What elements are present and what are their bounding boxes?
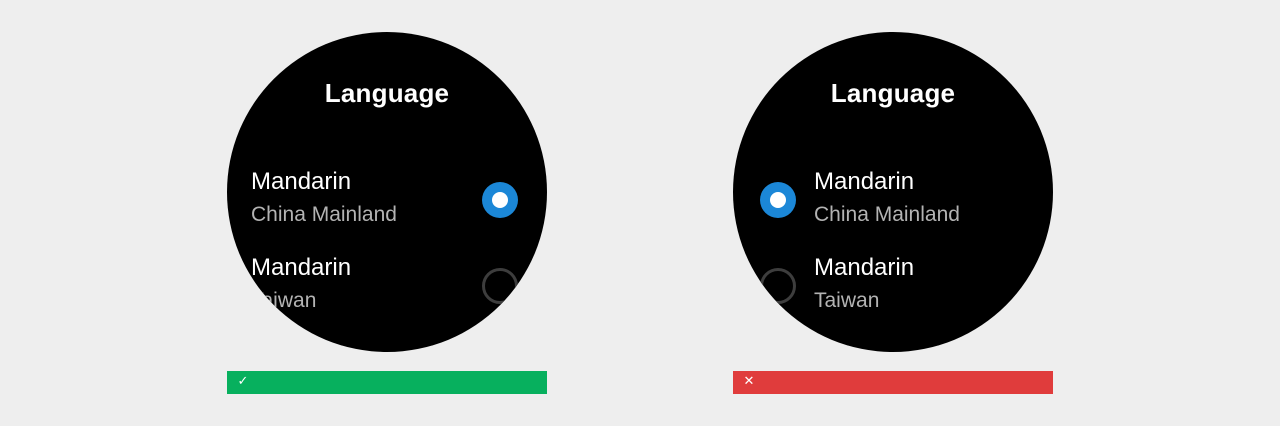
radio-button-unselected[interactable]	[482, 268, 518, 304]
item-primary-label: Mandarin	[251, 254, 352, 281]
item-primary-label: Mandarin	[814, 168, 915, 195]
item-secondary-label: China Mainland	[814, 203, 960, 226]
checkmark-icon: ✓	[237, 374, 249, 389]
screen-title: Language	[324, 78, 450, 108]
radio-button-selected[interactable]	[760, 182, 796, 218]
close-icon: ✕	[743, 374, 755, 389]
dont-example: Language Mandarin China Mainland Mandari…	[733, 32, 1053, 394]
do-verdict-bar: ✓	[227, 371, 547, 394]
watch-screen: Language Mandarin China Mainland Mandari…	[733, 32, 1053, 352]
dont-verdict-bar: ✕	[733, 371, 1053, 394]
do-example: Language Mandarin China Mainland Mandari…	[227, 32, 547, 394]
watch-screen: Language Mandarin China Mainland Mandari…	[227, 32, 547, 352]
item-primary-label: Mandarin	[251, 168, 352, 195]
radio-button-selected[interactable]	[482, 182, 518, 218]
item-secondary-label: Taiwan	[814, 289, 880, 312]
list-item-taiwan[interactable]: Mandarin Taiwan	[733, 254, 1053, 334]
list-item-china-mainland[interactable]: Mandarin China Mainland	[227, 168, 547, 248]
list-item-taiwan[interactable]: Mandarin Taiwan	[227, 254, 547, 334]
item-secondary-label: Taiwan	[251, 289, 317, 312]
screen-title: Language	[830, 78, 956, 108]
radio-button-unselected[interactable]	[760, 268, 796, 304]
item-secondary-label: China Mainland	[251, 203, 397, 226]
list-item-china-mainland[interactable]: Mandarin China Mainland	[733, 168, 1053, 248]
item-primary-label: Mandarin	[814, 254, 915, 281]
